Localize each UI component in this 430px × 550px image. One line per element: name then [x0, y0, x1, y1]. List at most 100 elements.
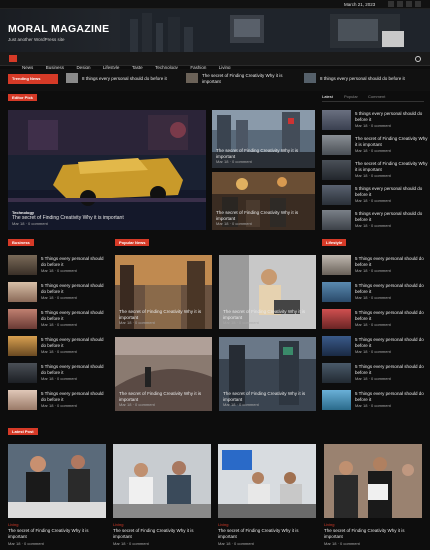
list-item-title[interactable]: 5 Things every personal should do before… [355, 364, 425, 375]
header-banner-image [120, 9, 430, 52]
latest-post-category[interactable]: Living [218, 522, 228, 527]
popular-card-title[interactable]: The secret of Finding Creativity Why it … [119, 391, 208, 402]
popular-card-meta: Mar 18 · 0 comment [119, 402, 155, 407]
list-item-meta: Mar 18 · 0 comment [355, 322, 391, 327]
list-item-meta: Mar 18 · 0 comment [355, 268, 391, 273]
list-item-title[interactable]: 5 Things every personal should do before… [355, 391, 425, 402]
list-item-thumb [8, 336, 37, 356]
list-item-title[interactable]: 5 Things every personal should do before… [41, 364, 105, 375]
list-item[interactable]: 5 Things every personal should do before… [322, 255, 428, 277]
featured-right-top-card[interactable]: The secret of Finding Creativity Why it … [212, 110, 315, 168]
list-item-thumb [322, 110, 351, 130]
popular-card[interactable]: The secret of Finding Creativity Why it … [115, 255, 212, 329]
ticker-item[interactable]: 8 things every personal should do before… [82, 76, 182, 82]
list-item[interactable]: 5 Things every personal should do before… [8, 309, 108, 331]
list-item-title[interactable]: 5 Things every personal should do before… [41, 337, 105, 348]
tab-popular[interactable]: Popular [344, 94, 358, 99]
featured-right-bottom-meta: Mar 18 · 0 comment [216, 221, 252, 226]
list-item-title[interactable]: 5 Things every personal should do before… [41, 283, 105, 294]
latest-post-meta: Mar 18 · 0 comment [8, 541, 44, 546]
list-item-title[interactable]: 5 Things every personal should do before… [355, 310, 425, 321]
list-item-thumb [8, 255, 37, 275]
topbar-date: March 21, 2023 [344, 2, 376, 7]
latest-post-title[interactable]: The secret of Finding Creativity Why it … [218, 528, 316, 539]
latest-post-card[interactable]: Living The secret of Finding Creativity … [218, 444, 316, 548]
list-item[interactable]: 5 things every personal should do before… [322, 210, 428, 232]
list-item-title[interactable]: 5 Things every personal should do before… [355, 337, 425, 348]
list-item-meta: Mar 18 · 0 comment [41, 268, 77, 273]
list-item-title[interactable]: 5 Things every personal should do before… [41, 310, 105, 321]
list-item[interactable]: The secret of Finding Creativity Why it … [322, 135, 428, 157]
popular-card[interactable]: The secret of Finding Creativity Why it … [219, 255, 316, 329]
latest-post-category[interactable]: Living [324, 522, 334, 527]
instagram-icon[interactable] [406, 1, 412, 7]
popular-news-label: Popular News [115, 239, 150, 246]
list-item-title[interactable]: 5 Things every personal should do before… [355, 256, 425, 267]
facebook-icon[interactable] [388, 1, 394, 7]
latest-post-title[interactable]: The secret of Finding Creativity Why it … [324, 528, 422, 539]
latest-post-title[interactable]: The secret of Finding Creativity Why it … [113, 528, 211, 539]
list-item-thumb [322, 390, 351, 410]
list-item[interactable]: 5 Things every personal should do before… [322, 309, 428, 331]
editor-pick-label: Editor Pick [8, 94, 37, 101]
popular-card-title[interactable]: The secret of Finding Creativity Why it … [119, 309, 208, 320]
ticker-item[interactable]: The secret of Finding Creativity Why it … [202, 73, 300, 84]
tab-comment[interactable]: Comment [368, 94, 385, 99]
list-item[interactable]: 5 Things every personal should do before… [8, 390, 108, 412]
list-item-meta: Mar 18 · 0 comment [355, 376, 391, 381]
list-item-meta: Mar 18 · 0 comment [355, 403, 391, 408]
lifestyle-list: 5 Things every personal should do before… [322, 255, 428, 415]
featured-right-bottom-card[interactable]: The secret of Finding Creativity Why it … [212, 172, 315, 230]
list-item[interactable]: 5 Things every personal should do before… [322, 336, 428, 358]
tab-latest[interactable]: Latest [322, 94, 333, 99]
home-icon[interactable] [9, 55, 17, 62]
list-item[interactable]: 5 things every personal should do before… [322, 185, 428, 207]
popular-card-title[interactable]: The secret of Finding Creativity Why it … [223, 391, 312, 402]
latest-post-title[interactable]: The secret of Finding Creativity Why it … [8, 528, 106, 539]
latest-post-card[interactable]: Living The secret of Finding Creativity … [8, 444, 106, 548]
ticker-thumb [304, 73, 316, 83]
list-item[interactable]: 5 Things every personal should do before… [8, 282, 108, 304]
list-item-title[interactable]: 5 Things every personal should do before… [41, 391, 105, 402]
list-item-title[interactable]: 5 things every personal should do before… [355, 211, 429, 222]
list-item[interactable]: 5 things every personal should do before… [322, 110, 428, 132]
featured-right-top-title[interactable]: The secret of Finding Creativity Why it … [216, 148, 311, 159]
list-item[interactable]: 5 Things every personal should do before… [8, 336, 108, 358]
featured-main-card[interactable]: Technology The secret of Finding Creativ… [8, 110, 206, 230]
site-title[interactable]: MORAL MAGAZINE [8, 23, 109, 35]
trending-label: Trending News [8, 74, 58, 84]
ticker-item[interactable]: 8 things every personal should do before… [320, 76, 424, 82]
youtube-icon[interactable] [415, 1, 421, 7]
list-item-meta: Mar 18 · 0 comment [355, 295, 391, 300]
list-item[interactable]: 5 Things every personal should do before… [322, 363, 428, 385]
popular-card-title[interactable]: The secret of Finding Creativity Why it … [223, 309, 312, 320]
latest-post-category[interactable]: Living [113, 522, 123, 527]
latest-post-meta: Mar 18 · 0 comment [218, 541, 254, 546]
list-item-meta: Mar 18 · 0 comment [41, 349, 77, 354]
list-item-thumb [322, 160, 351, 180]
list-item-title[interactable]: The secret of Finding Creativity Why it … [355, 136, 429, 147]
featured-right-bottom-title[interactable]: The secret of Finding Creativity Why it … [216, 210, 311, 221]
featured-right-top-meta: Mar 18 · 0 comment [216, 159, 252, 164]
search-icon[interactable] [415, 56, 421, 62]
latest-post-card[interactable]: Living The secret of Finding Creativity … [113, 444, 211, 548]
site-tagline: Just another WordPress site [8, 37, 65, 42]
latest-post-card[interactable]: Living The secret of Finding Creativity … [324, 444, 422, 548]
list-item-title[interactable]: 5 things every personal should do before… [355, 111, 429, 122]
list-item-thumb [8, 390, 37, 410]
list-item[interactable]: 5 Things every personal should do before… [8, 363, 108, 385]
twitter-icon[interactable] [397, 1, 403, 7]
list-item-title[interactable]: 5 Things every personal should do before… [355, 283, 425, 294]
latest-post-meta: Mar 18 · 0 comment [324, 541, 360, 546]
list-item[interactable]: 5 Things every personal should do before… [8, 255, 108, 277]
popular-card[interactable]: The secret of Finding Creativity Why it … [219, 337, 316, 411]
list-item-title[interactable]: 5 things every personal should do before… [355, 186, 429, 197]
latest-post-category[interactable]: Living [8, 522, 18, 527]
popular-card[interactable]: The secret of Finding Creativity Why it … [115, 337, 212, 411]
list-item-title[interactable]: The secret of Finding Creativity Why it … [355, 161, 429, 172]
latest-post-image [218, 444, 316, 518]
list-item[interactable]: 5 Things every personal should do before… [322, 390, 428, 412]
list-item[interactable]: 5 Things every personal should do before… [322, 282, 428, 304]
list-item-title[interactable]: 5 Things every personal should do before… [41, 256, 105, 267]
list-item[interactable]: The secret of Finding Creativity Why it … [322, 160, 428, 182]
